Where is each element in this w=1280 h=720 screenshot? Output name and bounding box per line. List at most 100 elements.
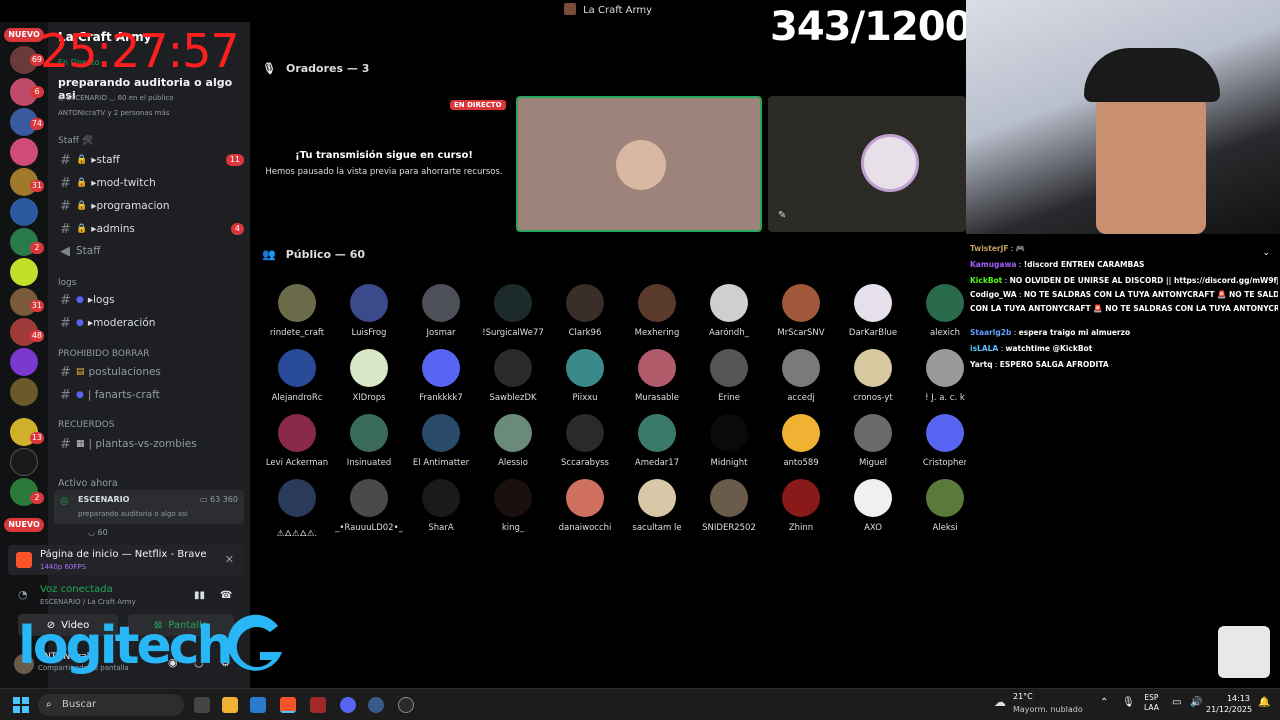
mic-icon[interactable]: 🎙	[1122, 697, 1135, 708]
audience-member[interactable]: El Antimatter	[405, 414, 477, 468]
obs-icon[interactable]	[398, 697, 414, 713]
close-icon[interactable]: ✕	[225, 553, 234, 566]
audience-member[interactable]: Miguel	[837, 414, 909, 468]
audience-name: Erine	[718, 393, 740, 403]
audience-member[interactable]: accedj	[765, 349, 837, 403]
audience-member[interactable]: sacultam le	[621, 479, 693, 533]
mention-badge: 74	[29, 118, 44, 130]
audience-member[interactable]: Frankkkk7	[405, 349, 477, 403]
audience-member[interactable]: ⚠🜂⚠🜂⚠.	[261, 479, 333, 541]
audience-member[interactable]: SawblezDK	[477, 349, 549, 403]
notification-icon[interactable]: 🔔	[1258, 697, 1270, 708]
audience-name: Sccarabyss	[561, 458, 609, 468]
speaker-tile[interactable]: ✎	[768, 96, 966, 232]
chat-username[interactable]: Yartq	[970, 360, 992, 369]
audience-member[interactable]: _•RauuuLD02•_	[333, 479, 405, 533]
avatar	[782, 284, 820, 322]
server-icon[interactable]	[10, 348, 38, 376]
stream-preview-card[interactable]: Página de inicio — Netflix - Brave 1440p…	[8, 545, 244, 575]
channel-logs[interactable]: # ● ▸logs	[56, 290, 244, 310]
chat-username[interactable]: isLALA	[970, 344, 998, 353]
speaker-tile[interactable]	[516, 96, 762, 232]
active-stage-card[interactable]: ◎ ESCENARIO preparando auditoria o algo …	[54, 490, 244, 524]
audience-member[interactable]: SNIDER2502	[693, 479, 765, 533]
audience-member[interactable]: AXO	[837, 479, 909, 533]
unread-badge: 4	[230, 223, 244, 235]
audience-member[interactable]: Aaróndh_	[693, 284, 765, 338]
logitech-g-logo	[227, 614, 282, 671]
audience-member[interactable]: AlejandroRc	[261, 349, 333, 403]
disconnect-icon[interactable]: ☎	[220, 590, 232, 601]
discord-icon[interactable]	[340, 697, 356, 713]
language-indicator[interactable]: ESP LAA	[1144, 693, 1159, 713]
audience-member[interactable]: Murasable	[621, 349, 693, 403]
audience-member[interactable]: Clark96	[549, 284, 621, 338]
channel-postulaciones[interactable]: # ▤ postulaciones	[56, 362, 244, 382]
avatar	[854, 479, 892, 517]
audience-member[interactable]: XlDrops	[333, 349, 405, 403]
audience-member[interactable]: cronos-yt	[837, 349, 909, 403]
audience-member[interactable]: DarKarBlue	[837, 284, 909, 338]
avatar	[278, 414, 316, 452]
voice-channel-staff[interactable]: ◀ Staff	[56, 241, 244, 261]
chat-username[interactable]: TwisterJF	[970, 244, 1009, 253]
audience-member[interactable]: Amedar17	[621, 414, 693, 468]
audience-member[interactable]: rindete_craft	[261, 284, 333, 338]
channel-plantas-vs-zombies[interactable]: # ▦ | plantas-vs-zombies	[56, 434, 244, 454]
audience-member[interactable]: Midnight	[693, 414, 765, 468]
audience-member[interactable]: Alessio	[477, 414, 549, 468]
windows-start-icon[interactable]	[13, 697, 29, 713]
store-icon[interactable]	[250, 697, 266, 713]
channel-admins[interactable]: # 🔒 ▸admins 4	[56, 219, 244, 239]
audience-member[interactable]: Insinuated	[333, 414, 405, 468]
brave-icon[interactable]	[280, 697, 296, 713]
channel-mod-twitch[interactable]: # 🔒 ▸mod-twitch	[56, 173, 244, 193]
category-logs[interactable]: logs	[58, 278, 76, 288]
audience-member[interactable]: Mexhering	[621, 284, 693, 338]
audience-member[interactable]: Levi Ackerman	[261, 414, 333, 468]
app-icon[interactable]	[310, 697, 326, 713]
taskbar-search[interactable]: ⌕ Buscar	[38, 694, 184, 716]
chat-username[interactable]: Codigo_WA	[970, 290, 1017, 299]
category-staff[interactable]: Staff 🛠	[58, 136, 93, 146]
audience-member[interactable]: Zhinn	[765, 479, 837, 533]
server-icon[interactable]	[10, 258, 38, 286]
audience-member[interactable]: MrScarSNV	[765, 284, 837, 338]
audience-member[interactable]: danaiwocchi	[549, 479, 621, 533]
server-icon[interactable]	[10, 448, 38, 476]
channel-programacion[interactable]: # 🔒 ▸programacion	[56, 196, 244, 216]
server-icon[interactable]	[10, 378, 38, 406]
chevron-up-icon[interactable]: ⌃	[1100, 697, 1108, 708]
file-explorer-icon[interactable]	[222, 697, 238, 713]
audience-member[interactable]: Sccarabyss	[549, 414, 621, 468]
chat-username[interactable]: Staarlg2b	[970, 328, 1011, 337]
audience-member[interactable]: king_	[477, 479, 549, 533]
chat-username[interactable]: Kamugawa	[970, 260, 1016, 269]
server-icon[interactable]	[10, 198, 38, 226]
settings-icon[interactable]	[368, 697, 384, 713]
channel-fanarts-craft[interactable]: # ● | fanarts-craft	[56, 385, 244, 405]
audience-member[interactable]: Piixxu	[549, 349, 621, 403]
system-clock[interactable]: 14:13 21/12/2025	[1206, 693, 1252, 715]
audience-member[interactable]: LuisFrog	[333, 284, 405, 338]
server-icon[interactable]	[10, 138, 38, 166]
channel-staff[interactable]: # 🔒 ▸staff 11	[56, 150, 244, 170]
audience-name: AXO	[864, 523, 882, 533]
network-icon[interactable]: ▭	[1172, 697, 1181, 708]
volume-icon[interactable]: 🔊	[1190, 697, 1202, 708]
mic-icon: 🎙	[262, 62, 276, 75]
chat-username[interactable]: KickBot	[970, 276, 1002, 285]
category-prohibido[interactable]: PROHIBIDO BORRAR	[58, 349, 150, 359]
audience-member[interactable]: Josmar	[405, 284, 477, 338]
audience-member[interactable]: anto589	[765, 414, 837, 468]
audience-name: MrScarSNV	[777, 328, 825, 338]
audience-member[interactable]: SharA	[405, 479, 477, 533]
category-recuerdos[interactable]: RECUERDOS	[58, 420, 114, 430]
audience-name: Insinuated	[346, 458, 392, 468]
task-view-icon[interactable]	[194, 697, 210, 713]
audience-member[interactable]: Erine	[693, 349, 765, 403]
soundwave-icon[interactable]: ▮▮	[194, 590, 205, 601]
audience-member[interactable]: !SurgicalWe77	[477, 284, 549, 338]
brave-icon	[16, 552, 32, 568]
channel-moderacion[interactable]: # ● ▸moderación	[56, 313, 244, 333]
